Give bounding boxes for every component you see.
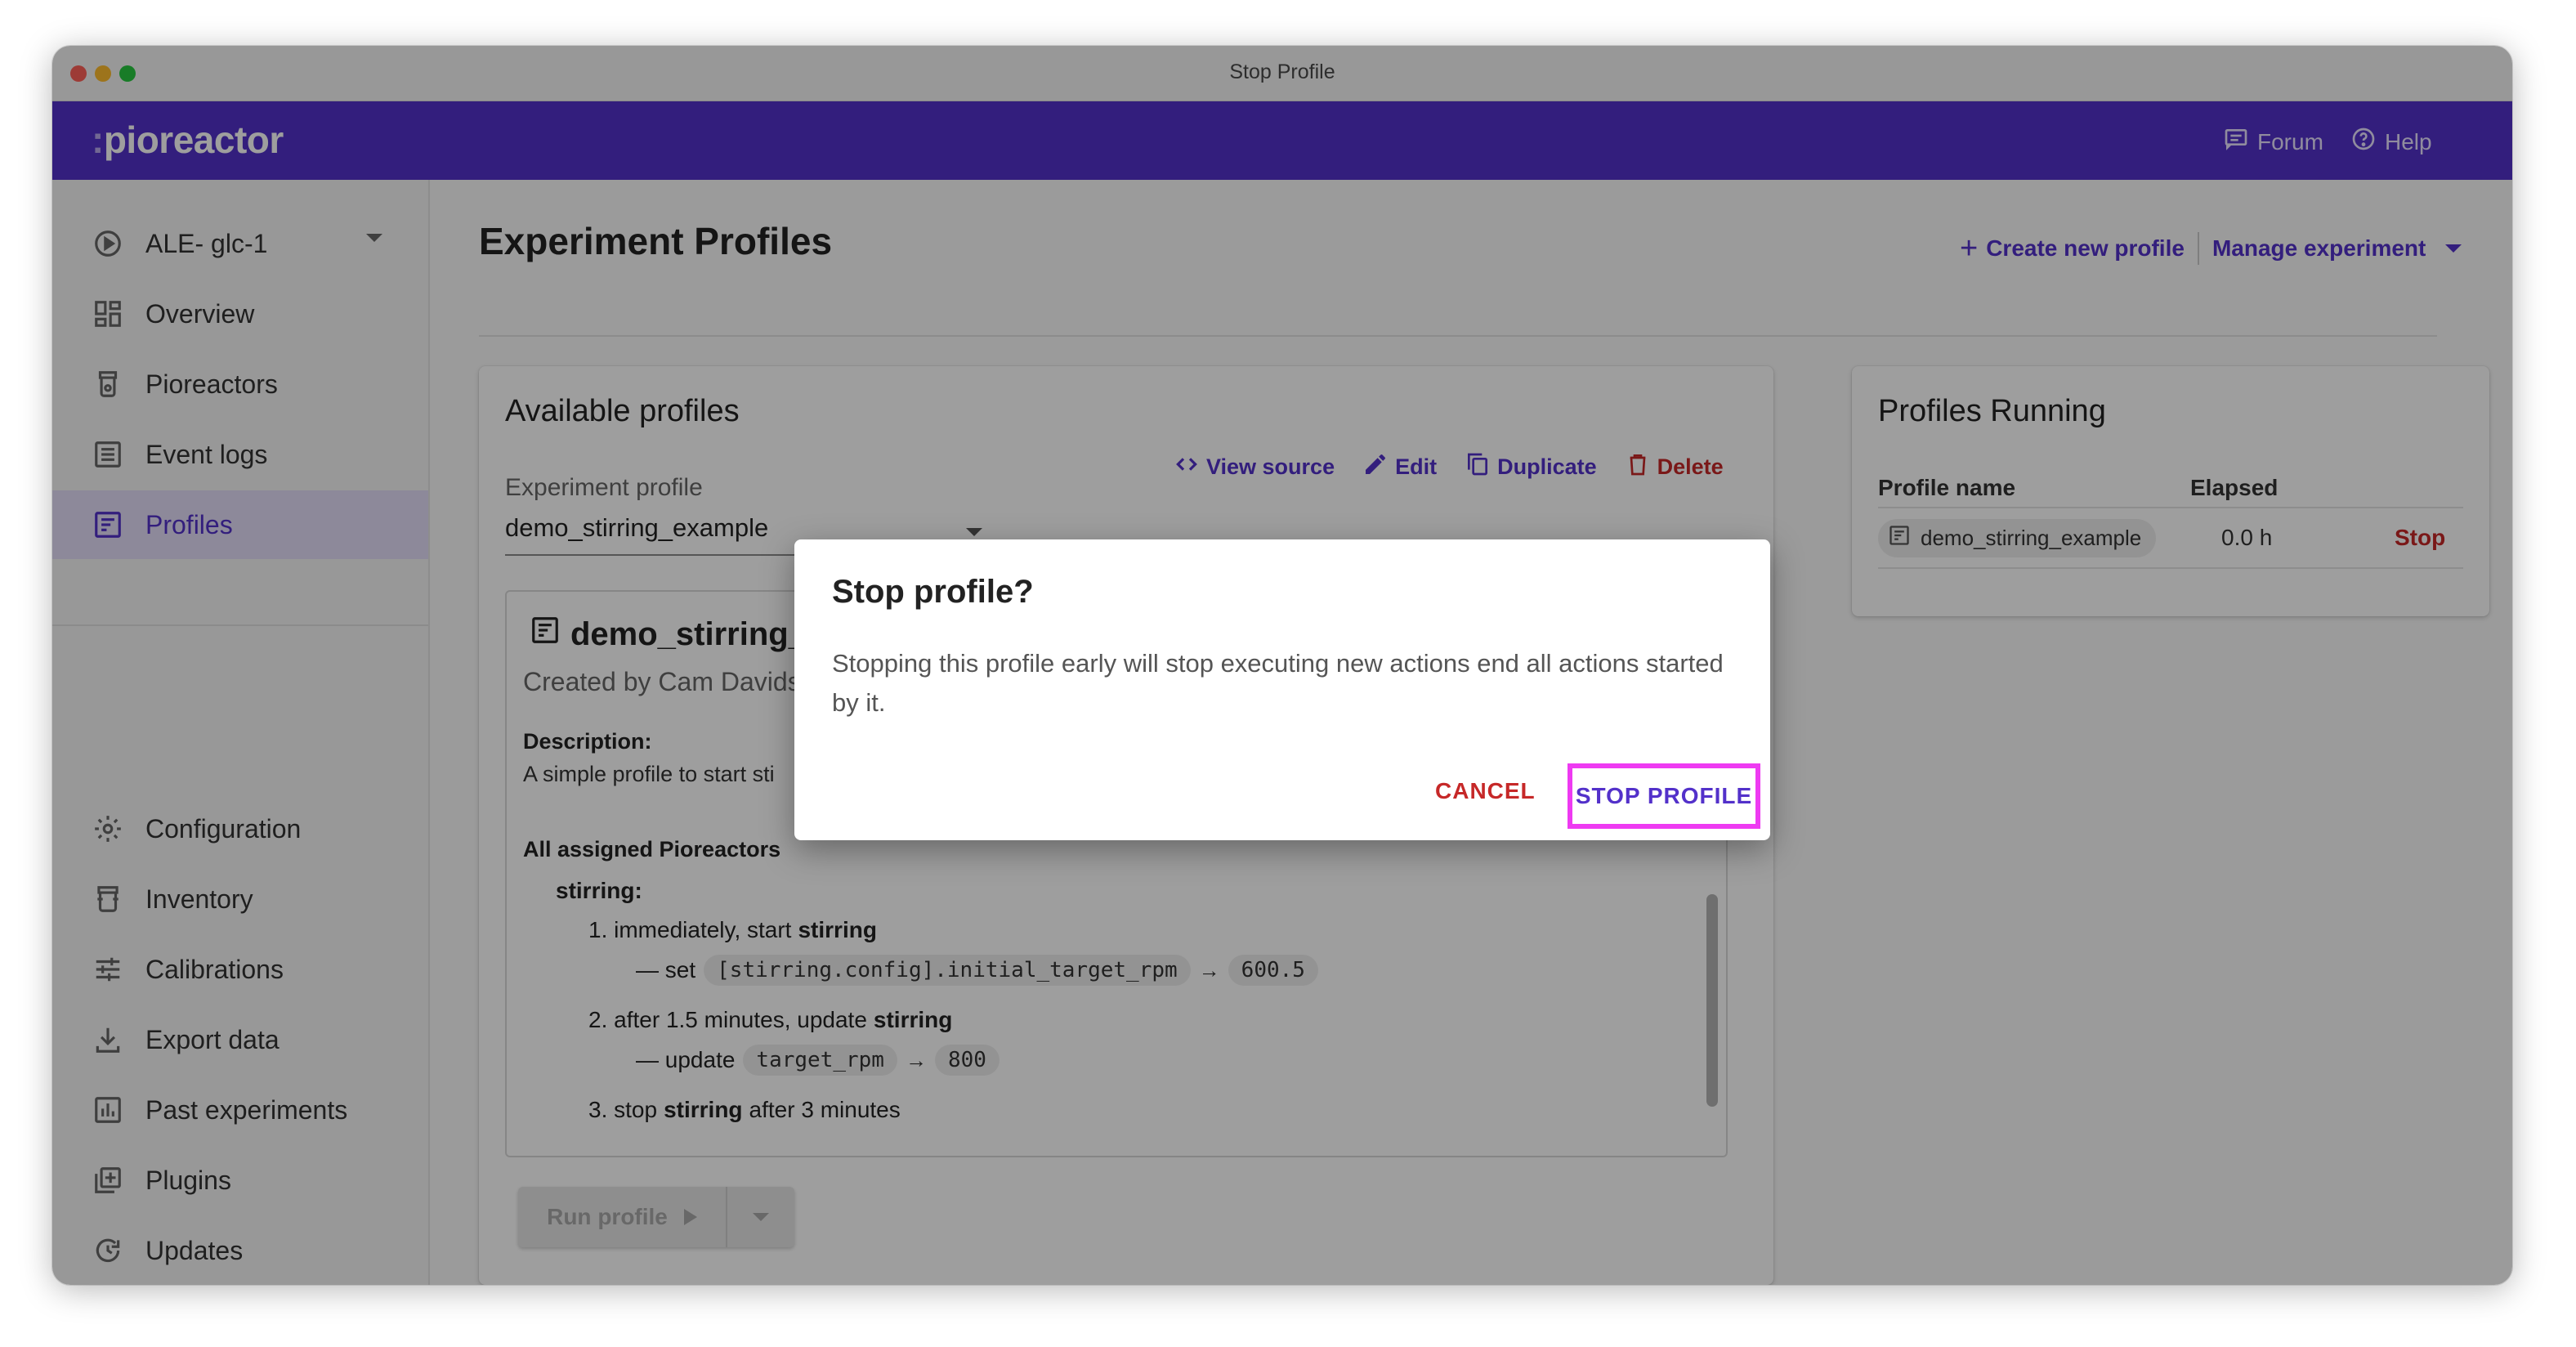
stop-profile-dialog: Stop profile? Stopping this profile earl… (794, 539, 1770, 840)
cancel-button[interactable]: CANCEL (1435, 778, 1536, 804)
dialog-title: Stop profile? (832, 574, 1034, 610)
stop-profile-button[interactable]: STOP PROFILE (1568, 763, 1760, 829)
dialog-body: Stopping this profile early will stop ex… (832, 649, 1724, 717)
